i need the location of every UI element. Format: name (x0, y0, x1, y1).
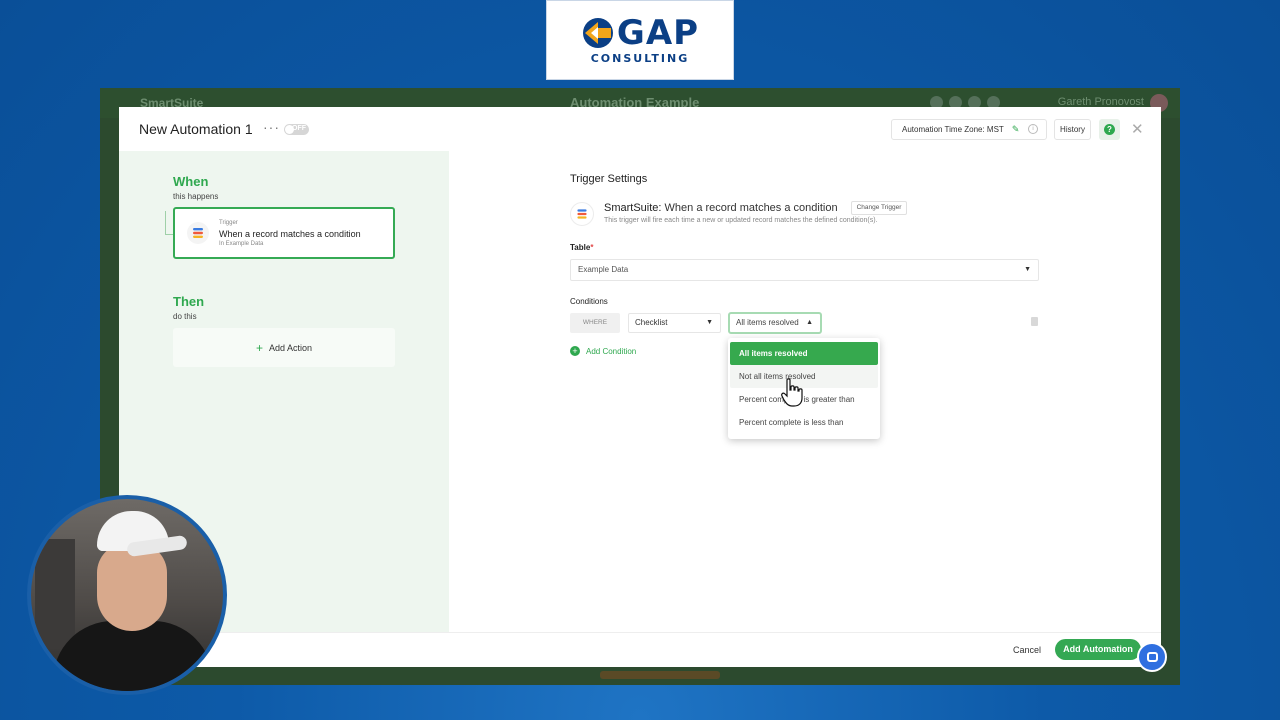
add-condition-button[interactable]: + Add Condition (570, 346, 636, 356)
trigger-card[interactable]: Trigger When a record matches a conditio… (173, 207, 395, 259)
plus-icon: + (255, 340, 263, 355)
logo-subtext: CONSULTING (590, 51, 690, 65)
caret-up-icon: ▲ (806, 319, 813, 326)
trigger-name: When a record matches a condition (219, 229, 361, 239)
more-options-icon[interactable]: ··· (263, 119, 280, 135)
modal-header: New Automation 1 ··· OFF Automation Time… (119, 107, 1161, 151)
then-subheading: do this (173, 312, 197, 321)
close-icon[interactable]: ✕ (1131, 120, 1144, 138)
toggle-label: OFF (292, 125, 306, 132)
automation-modal: New Automation 1 ··· OFF Automation Time… (119, 107, 1161, 667)
operator-select-value: All items resolved (736, 318, 799, 327)
trigger-kind: Trigger (219, 220, 238, 226)
help-button[interactable]: ? (1099, 119, 1120, 140)
modal-footer: Cancel Add Automation (119, 632, 1161, 667)
table-select[interactable]: Example Data ▼ (570, 259, 1039, 281)
trigger-table: In Example Data (219, 241, 264, 247)
hand-cursor-icon (781, 378, 803, 407)
when-heading: When (173, 174, 209, 189)
cancel-button[interactable]: Cancel (1013, 645, 1041, 655)
operator-select[interactable]: All items resolved ▲ (728, 312, 822, 334)
taskbar-strip (600, 671, 720, 679)
then-heading: Then (173, 294, 205, 309)
caret-down-icon: ▼ (706, 319, 713, 326)
presenter-webcam (27, 495, 227, 695)
add-automation-button[interactable]: Add Automation (1055, 639, 1141, 660)
info-icon[interactable]: i (1028, 124, 1038, 134)
where-label: WHERE (570, 313, 620, 333)
smartsuite-icon (570, 202, 594, 226)
arrow-logo-icon (582, 17, 613, 48)
field-select-value: Checklist (635, 318, 668, 327)
logo-text: GAP (616, 12, 700, 53)
dropdown-option[interactable]: Percent complete is greater than (730, 388, 878, 411)
change-trigger-button[interactable]: Change Trigger (851, 201, 907, 215)
trigger-settings-heading: Trigger Settings (570, 173, 648, 185)
gap-consulting-logo: GAP CONSULTING (546, 0, 734, 80)
timezone-button[interactable]: Automation Time Zone: MST ✎ i (891, 119, 1047, 140)
trigger-heading: SmartSuite: When a record matches a cond… (604, 202, 838, 214)
pencil-icon[interactable]: ✎ (1012, 124, 1020, 135)
conditions-label: Conditions (570, 297, 608, 306)
add-action-button[interactable]: + Add Action (173, 328, 395, 367)
trigger-heading-name: When a record matches a condition (664, 202, 838, 214)
automation-toggle[interactable]: OFF (284, 124, 309, 135)
operator-dropdown: All items resolved Not all items resolve… (728, 338, 880, 439)
dropdown-option[interactable]: Percent complete is less than (730, 411, 878, 434)
add-action-label: Add Action (268, 342, 313, 353)
caret-down-icon: ▼ (1024, 266, 1031, 273)
add-condition-label: Add Condition (586, 346, 637, 356)
automation-title[interactable]: New Automation 1 (139, 121, 253, 137)
trash-icon[interactable] (1031, 317, 1038, 326)
table-select-value: Example Data (578, 265, 629, 274)
history-button[interactable]: History (1054, 119, 1091, 140)
table-label: Table* (570, 243, 594, 252)
dropdown-option[interactable]: Not all items resolved (730, 365, 878, 388)
help-icon: ? (1104, 124, 1115, 135)
trigger-description: This trigger will fire each time a new o… (604, 217, 878, 224)
field-select[interactable]: Checklist ▼ (628, 313, 721, 333)
smartsuite-icon (187, 222, 209, 244)
plus-circle-icon: + (570, 346, 580, 356)
dropdown-option[interactable]: All items resolved (730, 342, 878, 365)
when-subheading: this happens (173, 192, 219, 201)
timezone-label: Automation Time Zone: MST (902, 125, 1004, 134)
chat-support-icon[interactable] (1137, 642, 1167, 672)
trigger-app: SmartSuite: (604, 202, 662, 214)
